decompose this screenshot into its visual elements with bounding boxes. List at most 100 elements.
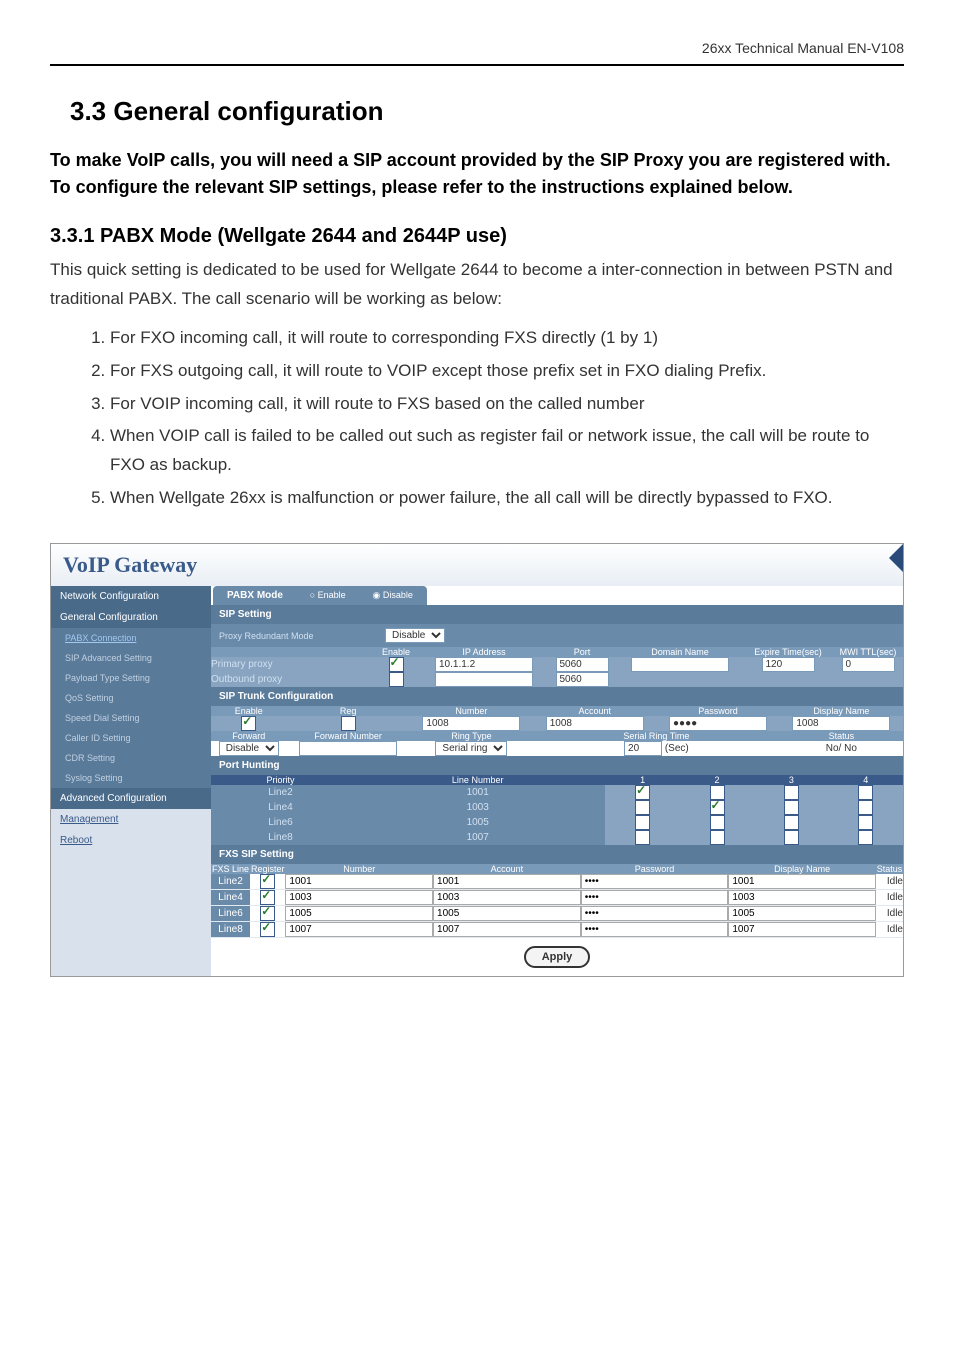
port-checkbox[interactable]	[710, 830, 725, 845]
list-item: When VOIP call is failed to be called ou…	[110, 422, 904, 480]
fxs-number-input[interactable]	[285, 874, 433, 889]
port-line6-label: Line6	[211, 815, 350, 830]
th-fxs-status: Status	[876, 864, 903, 874]
fxs-account-input[interactable]	[433, 890, 581, 905]
th-priority: Priority	[211, 775, 350, 785]
trunk-password-input[interactable]	[669, 716, 767, 731]
sidebar-item-qos[interactable]: QoS Setting	[51, 688, 211, 708]
fxs-number-input[interactable]	[285, 906, 433, 921]
sidebar-item-cdr[interactable]: CDR Setting	[51, 748, 211, 768]
trunk-display-input[interactable]	[792, 716, 890, 731]
port-line4-label: Line4	[211, 800, 350, 815]
fxs-register-checkbox[interactable]	[260, 922, 275, 937]
sidebar-item-payload-type[interactable]: Payload Type Setting	[51, 668, 211, 688]
port-checkbox[interactable]	[858, 785, 873, 800]
port-checkbox[interactable]	[635, 800, 650, 815]
pabx-enable-radio[interactable]: ○ Enable	[310, 590, 346, 600]
port-checkbox[interactable]	[858, 830, 873, 845]
fxs-display-input[interactable]	[728, 922, 876, 937]
trunk-reg-checkbox[interactable]	[341, 716, 356, 731]
expire-input[interactable]	[762, 657, 815, 672]
fxs-register-checkbox[interactable]	[260, 906, 275, 921]
th-fxs-line: FXS Line	[211, 864, 250, 874]
trunk-number-input[interactable]	[422, 716, 520, 731]
sidebar-item-management[interactable]: Management	[51, 809, 211, 830]
th-forward: Forward	[211, 731, 286, 741]
primary-ip-input[interactable]	[435, 657, 533, 672]
embedded-screenshot: VoIP Gateway Network Configuration Gener…	[50, 543, 904, 977]
serial-ring-input[interactable]	[624, 741, 662, 756]
th-col-4: 4	[829, 775, 903, 785]
sidebar-item-speed-dial[interactable]: Speed Dial Setting	[51, 708, 211, 728]
sidebar-item-general-config[interactable]: General Configuration	[51, 607, 211, 628]
outbound-port-input[interactable]	[556, 672, 609, 687]
section-title: 3.3 General configuration	[70, 96, 904, 127]
fxs-account-input[interactable]	[433, 874, 581, 889]
fxs-status: Idle	[876, 906, 903, 922]
primary-port-input[interactable]	[556, 657, 609, 672]
ring-type-select[interactable]: Serial ring	[435, 741, 507, 756]
th-port: Port	[547, 647, 617, 657]
sidebar-item-network-config[interactable]: Network Configuration	[51, 586, 211, 607]
fxs-password-input[interactable]	[581, 906, 729, 921]
sidebar-item-advanced-config[interactable]: Advanced Configuration	[51, 788, 211, 809]
sidebar-item-reboot[interactable]: Reboot	[51, 830, 211, 851]
primary-domain-input[interactable]	[631, 657, 729, 672]
fxs-status: Idle	[876, 874, 903, 890]
port-checkbox[interactable]	[635, 815, 650, 830]
pabx-disable-radio[interactable]: ◉ Disable	[372, 590, 412, 600]
port-line2-label: Line2	[211, 785, 350, 800]
fxs-register-checkbox[interactable]	[260, 874, 275, 889]
sidebar-item-sip-advanced[interactable]: SIP Advanced Setting	[51, 648, 211, 668]
fxs-status: Idle	[876, 922, 903, 938]
port-checkbox[interactable]	[710, 800, 725, 815]
mwi-input[interactable]	[842, 657, 895, 672]
fxs-password-input[interactable]	[581, 890, 729, 905]
fxs-number-input[interactable]	[285, 890, 433, 905]
port-checkbox[interactable]	[784, 830, 799, 845]
fxs-password-input[interactable]	[581, 874, 729, 889]
sidebar-item-pabx-connection[interactable]: PABX Connection	[51, 628, 211, 648]
th-fxs-number: Number	[285, 864, 433, 874]
fxs-display-input[interactable]	[728, 890, 876, 905]
sidebar-item-caller-id[interactable]: Caller ID Setting	[51, 728, 211, 748]
th-domain: Domain Name	[617, 647, 743, 657]
fxs-register-checkbox[interactable]	[260, 890, 275, 905]
fxs-account-input[interactable]	[433, 922, 581, 937]
header-rule	[50, 64, 904, 66]
outbound-enable-checkbox[interactable]	[389, 672, 404, 687]
trunk-account-input[interactable]	[546, 716, 644, 731]
trunk-status: No/ No	[780, 741, 903, 756]
forward-number-input[interactable]	[299, 741, 397, 756]
forward-select[interactable]: Disable	[219, 741, 279, 756]
fxs-display-input[interactable]	[728, 874, 876, 889]
port-hunting-header: Port Hunting	[211, 756, 903, 775]
port-checkbox[interactable]	[784, 800, 799, 815]
sidebar-item-syslog[interactable]: Syslog Setting	[51, 768, 211, 788]
outbound-ip-input[interactable]	[435, 672, 533, 687]
th-expire: Expire Time(sec)	[743, 647, 833, 657]
list-item: For FXO incoming call, it will route to …	[110, 324, 904, 353]
port-checkbox[interactable]	[635, 785, 650, 800]
trunk-enable-checkbox[interactable]	[241, 716, 256, 731]
main-panel: PABX Mode ○ Enable ◉ Disable SIP Setting…	[211, 586, 903, 976]
port-checkbox[interactable]	[858, 815, 873, 830]
th-fxs-display: Display Name	[728, 864, 876, 874]
fxs-number-input[interactable]	[285, 922, 433, 937]
proxy-redundant-select[interactable]: Disable	[385, 628, 445, 643]
port-checkbox[interactable]	[784, 815, 799, 830]
port-checkbox[interactable]	[710, 815, 725, 830]
sidebar: Network Configuration General Configurat…	[51, 586, 211, 976]
fxs-sip-header: FXS SIP Setting	[211, 845, 903, 864]
app-title: VoIP Gateway	[51, 544, 903, 586]
primary-enable-checkbox[interactable]	[389, 657, 404, 672]
fxs-account-input[interactable]	[433, 906, 581, 921]
port-checkbox[interactable]	[784, 785, 799, 800]
fxs-table: FXS Line Register Number Account Passwor…	[211, 864, 903, 938]
list-item: When Wellgate 26xx is malfunction or pow…	[110, 484, 904, 513]
fxs-password-input[interactable]	[581, 922, 729, 937]
fxs-display-input[interactable]	[728, 906, 876, 921]
port-checkbox[interactable]	[858, 800, 873, 815]
apply-button[interactable]: Apply	[524, 946, 591, 968]
port-checkbox[interactable]	[635, 830, 650, 845]
